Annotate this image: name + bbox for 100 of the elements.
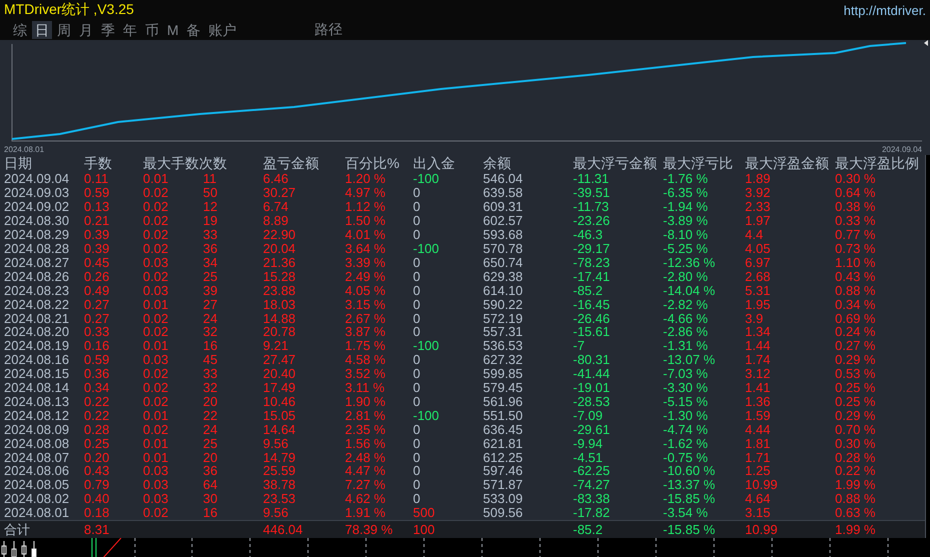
table-cell-text: -3.89 % [663, 214, 709, 228]
table-cell-text: -16.45 [573, 298, 611, 311]
table-cell-text: -17.82 [573, 506, 611, 520]
table-cell-text: 0.88 % [835, 284, 876, 297]
table-cell-text: 3.15 % [345, 298, 386, 311]
table-cell-text: -19.01 [573, 381, 611, 394]
table-cell-text: 25.59 [263, 464, 297, 478]
table-cell-text: 0.27 [84, 312, 110, 325]
table-cell-text: 0.21 [84, 214, 110, 228]
table-cell-text: 64 [203, 478, 218, 492]
period-tab[interactable]: 备 [184, 21, 204, 39]
table-cell-text: 0.02 [143, 186, 170, 200]
table-cell-text: 3.64 % [345, 242, 386, 255]
table-cell-text: 0 [413, 492, 422, 506]
table-cell-text: 3.52 % [345, 367, 386, 380]
table-cell-text: 639.58 [483, 186, 524, 200]
period-tab[interactable]: 币 [142, 21, 162, 39]
table-cell-text: 0.11 [84, 172, 110, 186]
table-cell-text: 36 [203, 464, 218, 478]
table-cell-text: 551.50 [483, 408, 524, 422]
table-cell-text: 3.11 % [345, 381, 386, 394]
table-cell-text: 0 [413, 353, 422, 366]
table-cell-text: 15.28 [263, 270, 297, 283]
period-tab[interactable]: 月 [76, 21, 96, 39]
table-cell-text: 2024.08.23 [4, 284, 70, 297]
table-cell-text: 1.20 % [345, 172, 386, 186]
table-cell-text: 590.22 [483, 298, 524, 311]
table-cell-text: 0 [413, 325, 422, 338]
table-cell-text: 25 [203, 270, 218, 283]
table-cell-text: -1.30 % [663, 408, 709, 422]
table-cell-text: 0.02 [143, 200, 170, 214]
table-cell-text: 11 [203, 172, 218, 186]
table-cell-text: 1.95 [745, 298, 772, 311]
table-cell-text: 24 [203, 422, 218, 436]
period-tab[interactable]: 账户 [206, 21, 240, 39]
table-cell-text: 2024.08.16 [4, 353, 70, 366]
table-cell-text: -83.38 [573, 492, 611, 506]
table-cell-text: -14.04 % [663, 284, 716, 297]
table-cell-text: 4.64 [745, 492, 772, 506]
table-cell-text: 0.02 [143, 381, 170, 394]
table-cell-text: 1.50 % [345, 214, 386, 228]
axis-label: 2024.08.01 [4, 145, 44, 154]
table-cell-text: 0.40 [84, 492, 110, 506]
table-cell-text: 1.25 [745, 464, 772, 478]
period-tab[interactable]: 年 [120, 21, 140, 39]
table-cell-text: 4.05 [745, 242, 772, 255]
table-cell-text: 579.45 [483, 381, 524, 394]
column-header: 百分比% [345, 156, 400, 171]
table-cell-text: 0.26 [84, 270, 110, 283]
column-header: 出入金 [413, 156, 456, 171]
table-cell-text: 20.04 [263, 242, 297, 255]
table-cell-text: 1.41 [745, 381, 772, 394]
table-cell-text: -4.66 % [663, 312, 709, 325]
table-cell-text: 15.05 [263, 408, 297, 422]
table-cell-text: 0.18 [84, 506, 110, 520]
period-tab[interactable]: M [164, 21, 182, 39]
table-cell-text: 1.36 [745, 394, 772, 408]
table-cell-text: 2024.08.27 [4, 256, 70, 269]
table-cell-text: 0 [413, 381, 422, 394]
table-cell-text: 5.31 [745, 284, 772, 297]
table-cell-text: 636.45 [483, 422, 524, 436]
website-link[interactable]: http://mtdriver. [844, 2, 926, 18]
table-cell-text: 7.27 % [345, 478, 386, 492]
table-cell-text: 3.87 % [345, 325, 386, 338]
period-tab[interactable]: 季 [98, 21, 118, 39]
period-tab[interactable]: 日 [32, 21, 52, 39]
table-cell-text: 0.39 [84, 242, 110, 255]
table-cell-text: 4.01 % [345, 228, 386, 242]
table-cell-text: 32 [203, 325, 218, 338]
period-tab[interactable]: 综 [10, 21, 30, 39]
table-cell-text: -15.85 % [663, 522, 716, 536]
table-cell-text: 0.36 [84, 367, 110, 380]
table-cell-text: 0.28 [84, 422, 110, 436]
table-cell-text: 0.02 [143, 312, 170, 325]
table-cell-text: 2024.08.08 [4, 436, 70, 450]
table-cell-text: 9.56 [263, 506, 290, 520]
column-header: 手数 [84, 156, 113, 171]
table-cell-text: 650.74 [483, 256, 524, 269]
table-cell-text: 2.67 % [345, 312, 386, 325]
table-cell-text: 22 [203, 408, 218, 422]
table-cell-text: 0.77 % [835, 228, 876, 242]
marker-icon [924, 40, 928, 46]
table-cell-text: -74.27 [573, 478, 611, 492]
table-cell-text: 533.09 [483, 492, 524, 506]
table-cell-text: 1.10 % [835, 256, 876, 269]
table-cell-text: -4.74 % [663, 422, 709, 436]
table-cell-text: 0 [413, 270, 422, 283]
table-cell-text: 3.9 [745, 312, 764, 325]
table-cell-text: -9.94 [573, 436, 604, 450]
table-cell-text: -100 [413, 172, 440, 186]
period-tab[interactable]: 周 [54, 21, 74, 39]
table-cell-text: -39.51 [573, 186, 611, 200]
path-button[interactable]: 路径 [312, 21, 346, 39]
table-cell-text: 4.4 [745, 228, 764, 242]
table-cell-text: 0.01 [143, 339, 170, 352]
table-cell-text: 2024.09.02 [4, 200, 70, 214]
table-cell-text: -10.60 % [663, 464, 716, 478]
table-cell-text: 0.02 [143, 422, 170, 436]
table-cell-text: -0.75 % [663, 450, 709, 464]
table-cell-text: 0 [413, 186, 422, 200]
